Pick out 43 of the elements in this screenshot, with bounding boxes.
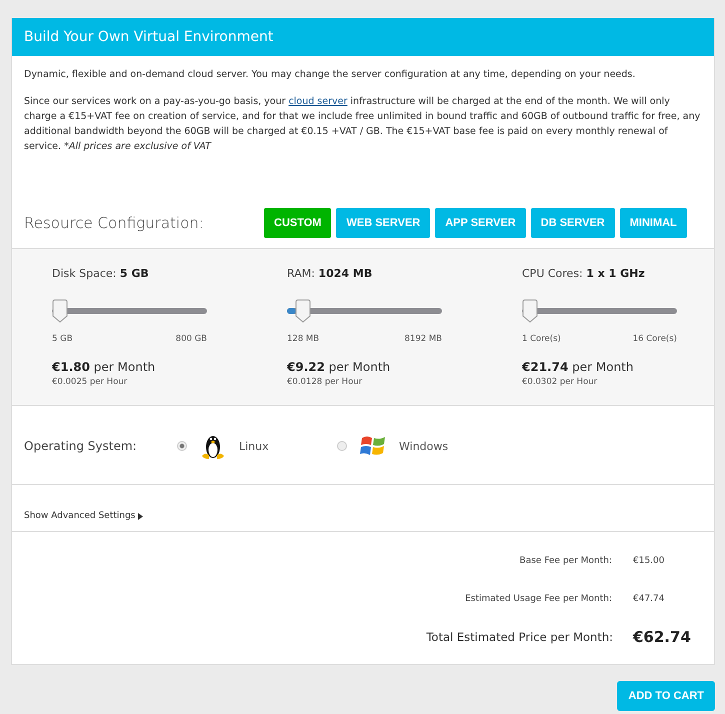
preset-button[interactable]: WEB SERVER [336,208,430,238]
range-min-label: 1 Core(s) [522,334,561,344]
range-min-label: 5 GB [52,334,73,344]
fee-label: Estimated Usage Fee per Month: [465,594,612,604]
range-max-label: 800 GB [176,334,207,344]
radio-button[interactable] [177,441,187,451]
fee-value: €15.00 [632,556,666,566]
hourly-price: €0.0025 per Hour [52,377,128,387]
preset-button[interactable]: CUSTOM [264,208,332,238]
monthly-price: €9.22 per Month [287,360,392,374]
cloud-server-link[interactable]: cloud server [288,96,348,107]
slider-track[interactable] [287,308,442,314]
caret-icon[interactable] [138,512,144,520]
range-max-label: 16 Core(s) [632,334,677,344]
panel-title: Build Your Own Virtual Environment [12,18,714,56]
section-label: Resource Configuration: [24,214,205,232]
slider-thumb[interactable] [295,299,312,323]
preset-button[interactable]: DB SERVER [530,208,615,238]
radio-button[interactable] [337,441,347,451]
range-max-label: 8192 MB [404,334,442,344]
fee-label: Total Estimated Price per Month: [426,630,613,644]
fee-value: €47.74 [632,594,666,604]
section-label: Operating System: [24,439,138,453]
slider-thumb[interactable] [52,299,68,323]
range-min-label: 128 MB [287,334,320,344]
preset-button[interactable]: MINIMAL [620,208,687,238]
preset-button[interactable]: APP SERVER [435,208,526,238]
os-option-label[interactable]: Linux [239,440,269,452]
slider-thumb[interactable] [522,299,538,323]
resource-label: CPU Cores: 1 x 1 GHz [522,267,646,280]
resource-label: Disk Space: 5 GB [52,267,150,280]
advanced-settings-toggle[interactable]: Show Advanced Settings [24,511,136,521]
intro-text: Dynamic, flexible and on-demand cloud server. You may change the server configuration at any time, depending on your needs. [24,68,636,82]
os-option-label[interactable]: Windows [399,440,448,452]
fee-label: Base Fee per Month: [520,556,612,566]
intro-text: Since our services work on a pay-as-you-go basis, your cloud server infrastructure will be charged at the end of the month. We will only charge a €15+VAT fee on creation of service, and for that we include free unlimited in bound traffic and 60GB of outbound traffic for free, any additional bandwidth beyond the 60GB will be charged at €0.15 +VAT / GB. The €15+VAT base fee is paid on every monthly renewal of service. *All prices are exclusive of VAT [24,95,702,154]
hourly-price: €0.0302 per Hour [522,377,598,387]
add-to-cart-button[interactable]: ADD TO CART [617,681,715,711]
monthly-price: €1.80 per Month [52,360,156,374]
fee-value: €62.74 [632,628,692,646]
resource-label: RAM: 1024 MB [287,267,374,280]
monthly-price: €21.74 per Month [522,360,634,374]
hourly-price: €0.0128 per Hour [287,377,364,387]
